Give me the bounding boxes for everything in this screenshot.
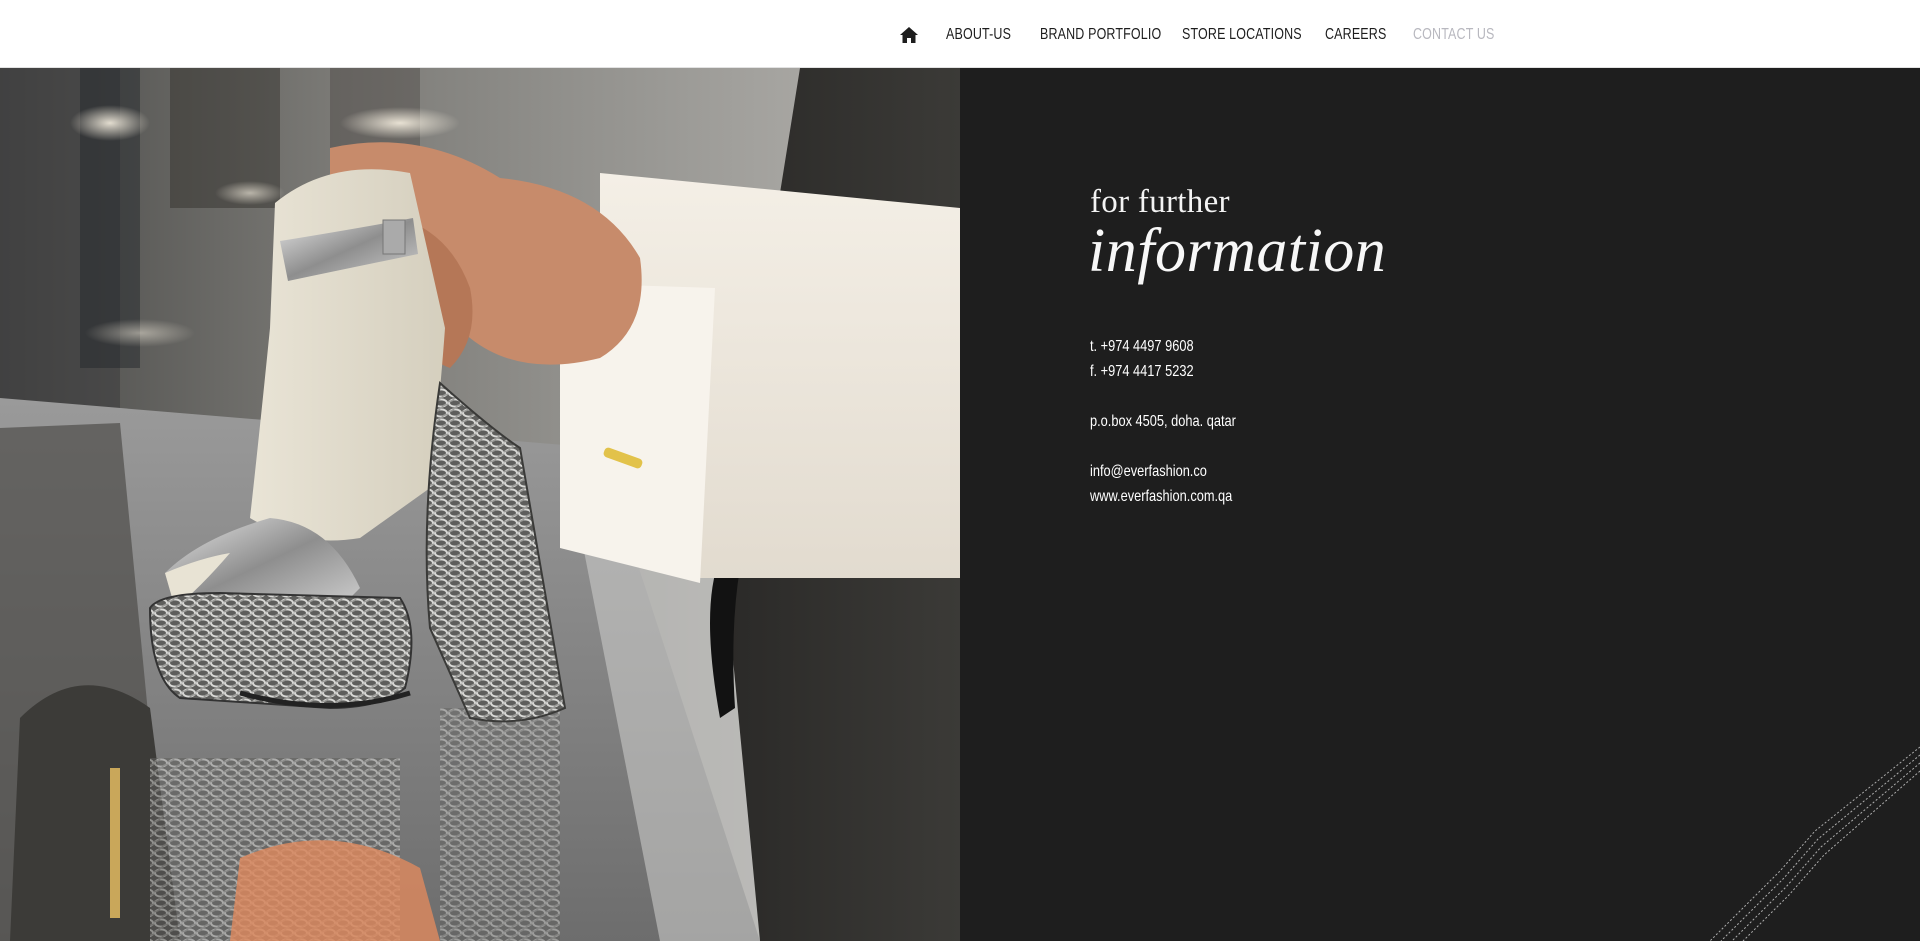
nav-item-careers[interactable]: CAREERS <box>1325 26 1386 44</box>
fax-number: f. +974 4417 5232 <box>1090 363 1194 380</box>
contact-info-panel: for further information t. +974 4497 960… <box>960 68 1920 941</box>
hero-photo <box>0 68 960 941</box>
nav-item-about-us[interactable]: ABOUT-US <box>946 26 1011 44</box>
phone-number: t. +974 4497 9608 <box>1090 338 1194 355</box>
website-link[interactable]: www.everfashion.com.qa <box>1090 484 1236 509</box>
email-link[interactable]: info@everfashion.co <box>1090 459 1236 484</box>
decorative-lines <box>1709 746 1920 941</box>
heading-large: information <box>1088 217 1387 285</box>
nav-item-contact-us[interactable]: CONTACT US <box>1413 26 1495 44</box>
main-nav: ABOUT-US BRAND PORTFOLIO STORE LOCATIONS… <box>898 23 1518 47</box>
postal-address: p.o.box 4505, doha. qatar <box>1090 413 1236 430</box>
nav-item-store-locations[interactable]: STORE LOCATIONS <box>1182 26 1302 44</box>
contact-details: t. +974 4497 9608 f. +974 4417 5232 p.o.… <box>1090 334 1236 509</box>
top-navigation-bar: ABOUT-US BRAND PORTFOLIO STORE LOCATIONS… <box>0 0 1920 68</box>
nav-item-brand-portfolio[interactable]: BRAND PORTFOLIO <box>1040 26 1161 44</box>
home-icon[interactable] <box>898 24 920 46</box>
